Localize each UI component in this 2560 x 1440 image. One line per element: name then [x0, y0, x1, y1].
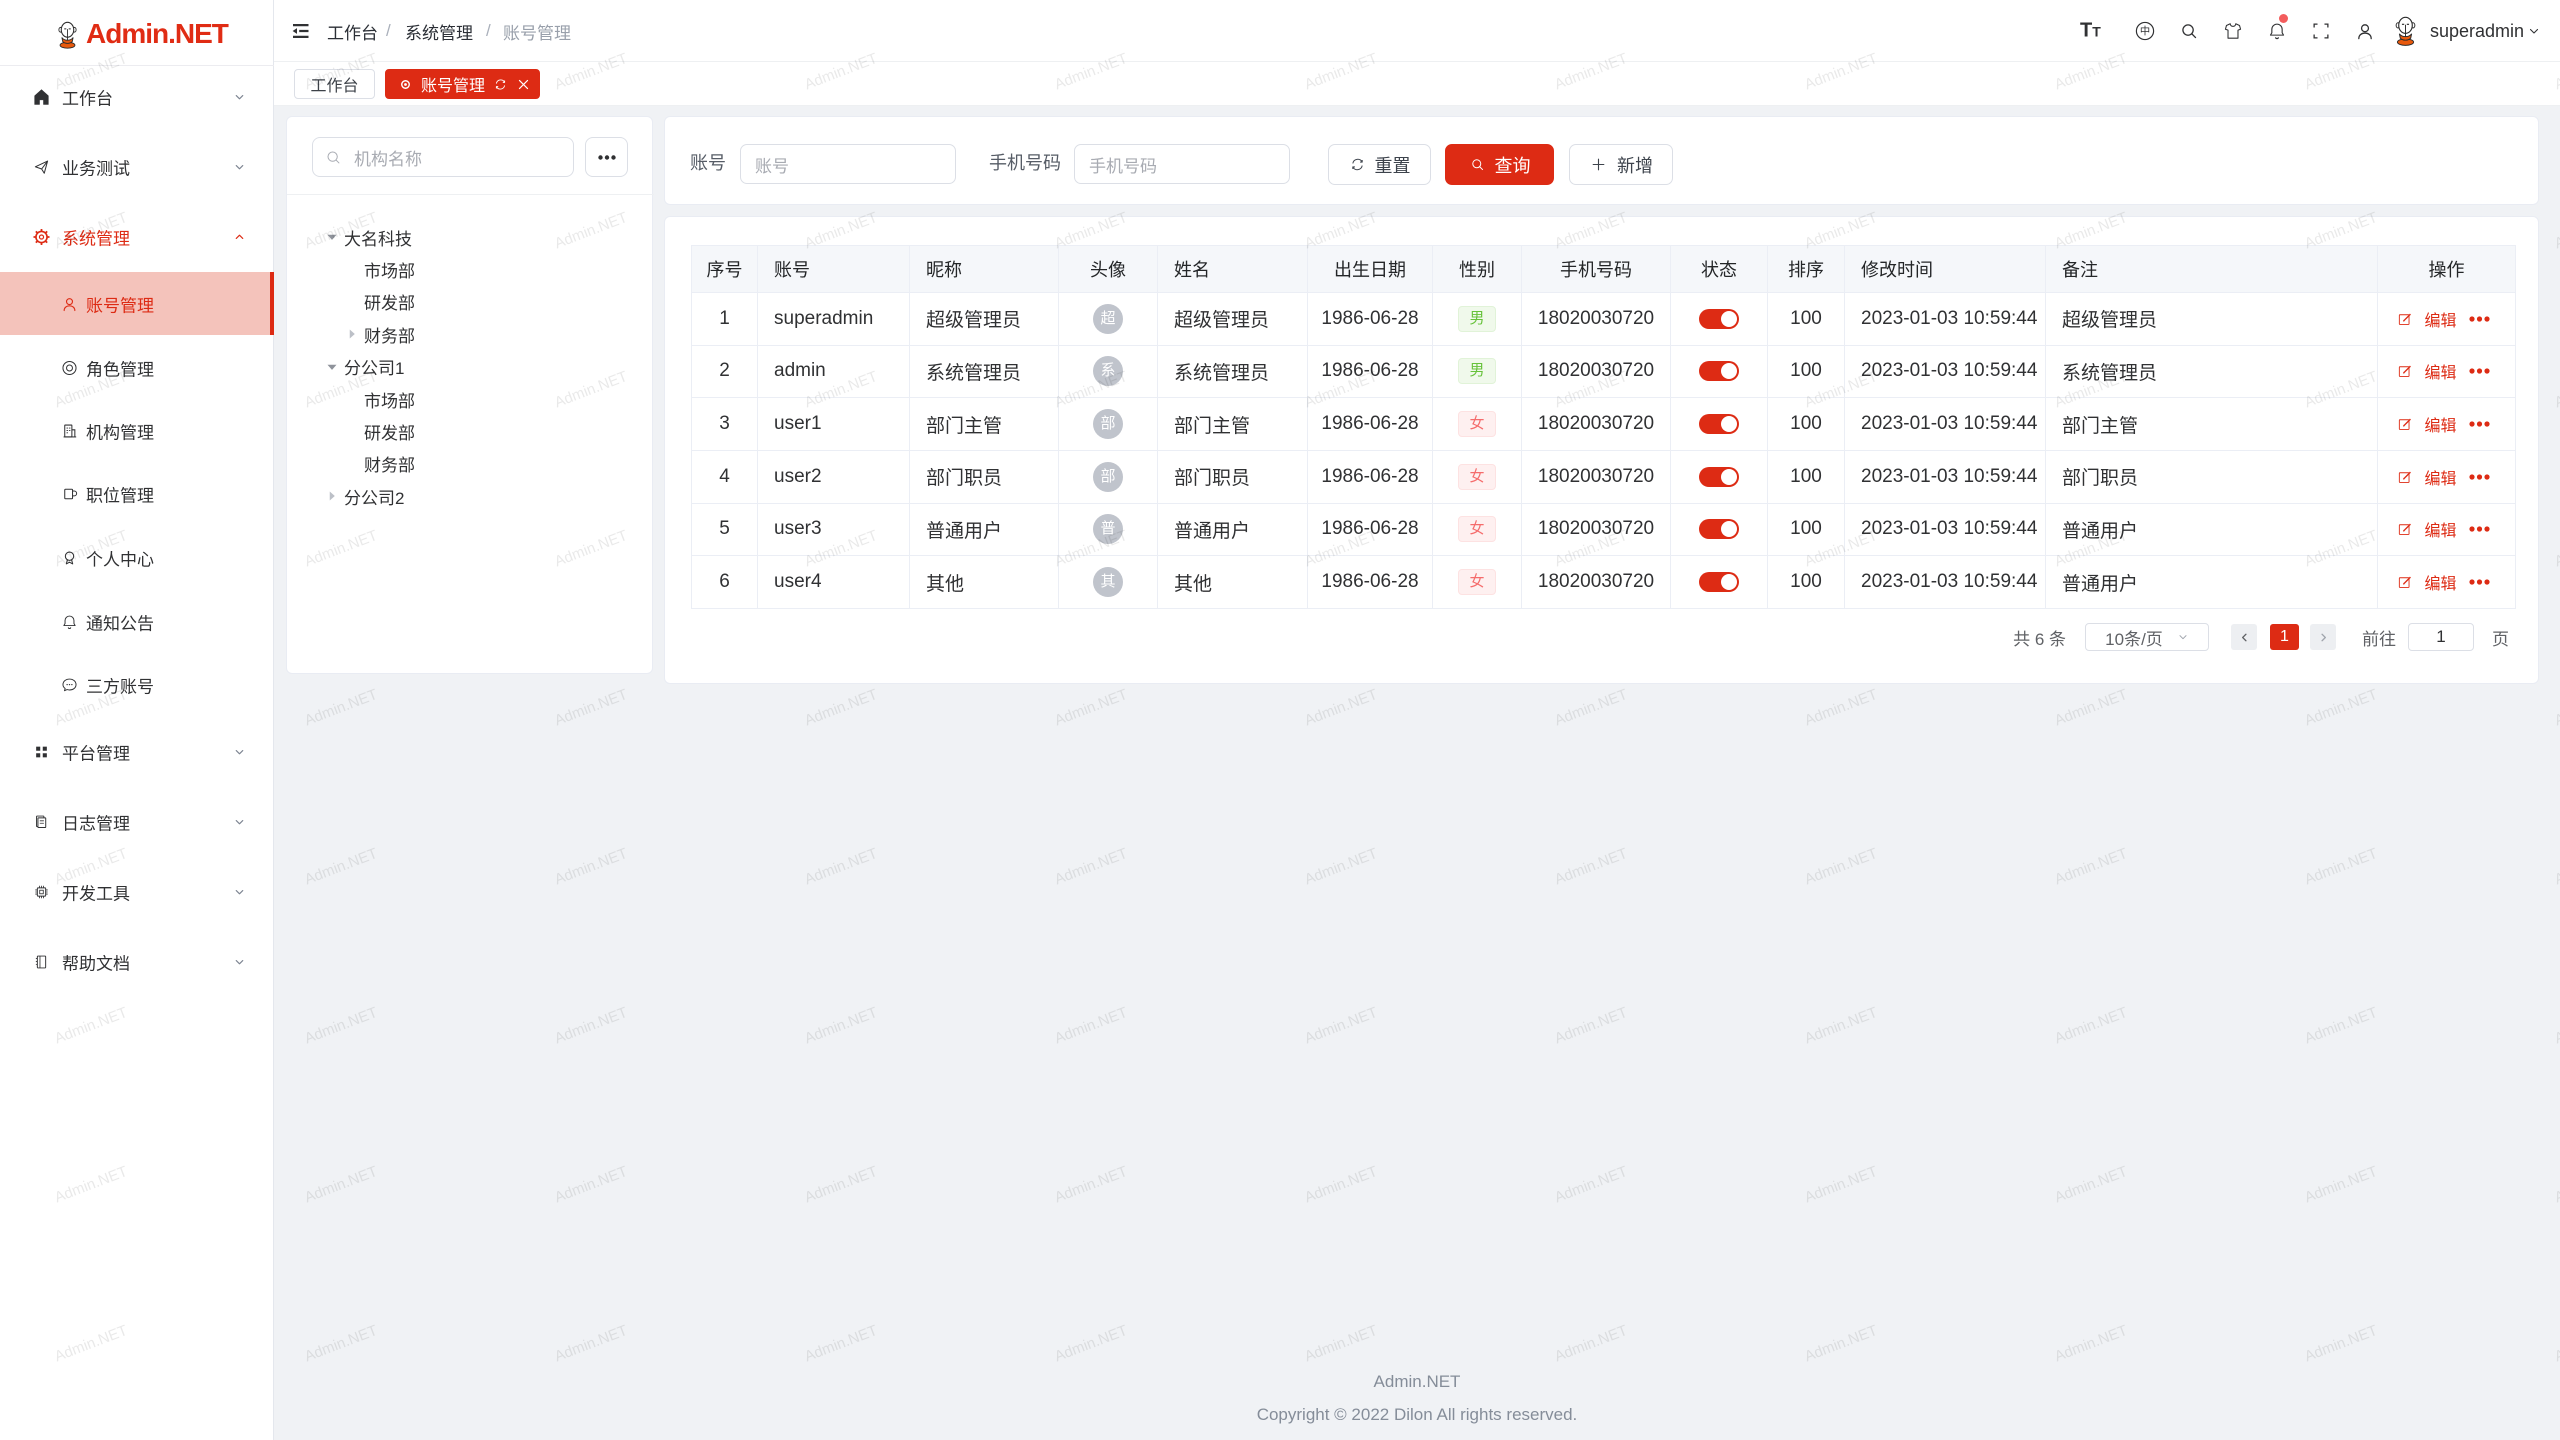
svg-text:中: 中	[2140, 22, 2150, 37]
